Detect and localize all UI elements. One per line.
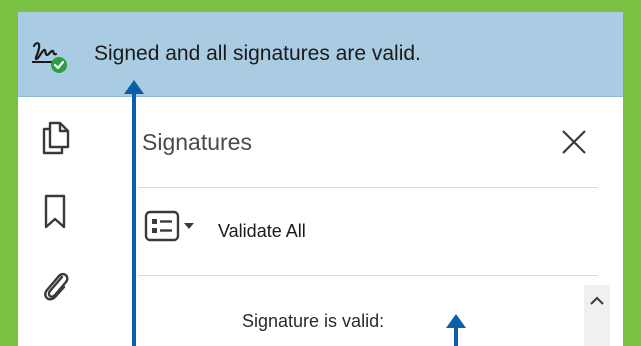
scroll-up-icon[interactable] [584, 291, 610, 311]
annotation-arrow-line [454, 328, 458, 346]
scrollbar[interactable] [584, 285, 610, 346]
annotation-arrowhead-icon [446, 314, 466, 328]
annotation-arrowhead-icon [124, 80, 144, 94]
attachment-icon[interactable] [40, 267, 72, 307]
bookmark-icon[interactable] [40, 193, 72, 231]
left-tool-rail [18, 97, 110, 346]
annotation-arrow-line [132, 86, 136, 346]
banner-message: Signed and all signatures are valid. [94, 42, 421, 65]
panel-title: Signatures [142, 129, 252, 155]
signature-status-banner: Signed and all signatures are valid. [18, 12, 623, 97]
validate-all-button[interactable]: Validate All [218, 221, 306, 242]
chevron-down-icon [184, 223, 194, 229]
signatures-panel: Signatures Validate All Signature is val… [138, 97, 623, 346]
signature-valid-icon [32, 42, 67, 73]
panel-divider [138, 275, 598, 276]
close-icon[interactable] [558, 126, 590, 158]
panel-divider [138, 187, 598, 188]
signature-status-text: Signature is valid: [242, 311, 385, 331]
signature-options-dropdown[interactable] [144, 209, 206, 245]
pages-icon[interactable] [40, 119, 72, 155]
app-window: Signed and all signatures are valid. Sig… [18, 12, 623, 346]
